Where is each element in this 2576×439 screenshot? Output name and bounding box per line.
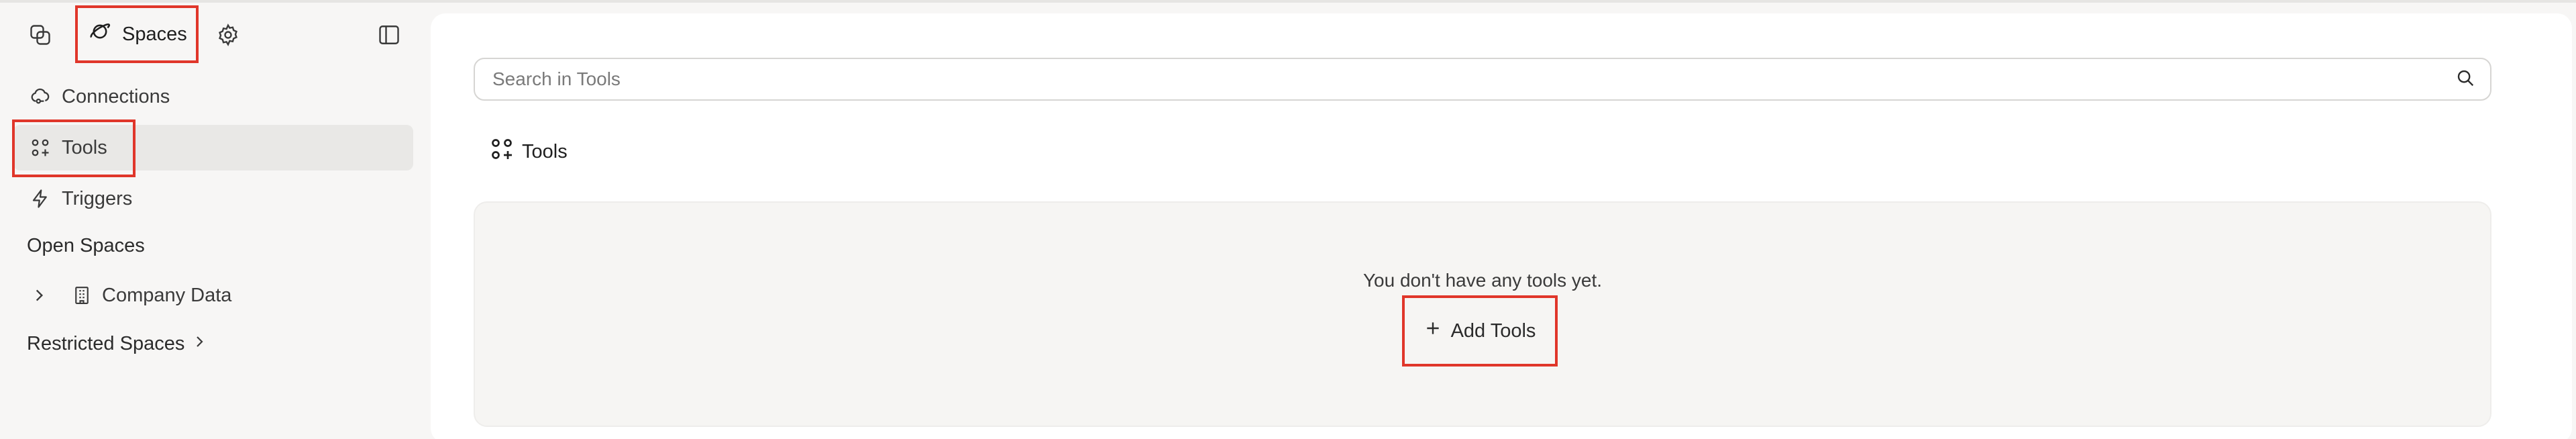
tools-section-heading: Tools (490, 137, 568, 166)
search-bar[interactable] (474, 58, 2491, 101)
cloud-link-icon (28, 85, 52, 109)
planet-icon (89, 20, 111, 48)
search-input[interactable] (492, 68, 2455, 90)
add-tools-button[interactable]: Add Tools (1402, 295, 1558, 367)
sidebar-item-label: Triggers (62, 187, 133, 209)
tools-grid-icon (490, 137, 514, 166)
settings-gear-icon[interactable] (213, 20, 243, 50)
building-icon (70, 283, 94, 307)
chevron-right-icon[interactable] (27, 283, 51, 307)
space-item-label: Company Data (102, 284, 232, 306)
duplicate-icon[interactable] (25, 20, 55, 50)
spaces-button[interactable]: Spaces (75, 5, 199, 63)
main-panel: Tools You don't have any tools yet. Add … (431, 13, 2572, 439)
restricted-spaces-toggle[interactable]: Restricted Spaces (27, 333, 207, 355)
add-tools-label: Add Tools (1450, 320, 1536, 342)
chevron-right-icon (191, 333, 207, 355)
tools-section-title: Tools (522, 140, 568, 162)
tools-highlight-box (12, 119, 136, 177)
sidebar-item-connections[interactable]: Connections (28, 74, 170, 119)
empty-message: You don't have any tools yet. (1362, 270, 1603, 291)
sidebar-item-label: Connections (62, 85, 170, 107)
spaces-label: Spaces (122, 23, 187, 45)
space-item-company-data[interactable]: Company Data (27, 273, 231, 318)
lightning-icon (28, 187, 52, 211)
plus-icon (1424, 320, 1442, 342)
sidebar-toggle-icon[interactable] (374, 20, 404, 50)
search-icon[interactable] (2455, 68, 2475, 91)
restricted-spaces-title: Restricted Spaces (27, 333, 185, 354)
sidebar: Spaces Connections Tools Triggers Open S… (0, 0, 431, 439)
sidebar-item-triggers[interactable]: Triggers (28, 176, 132, 222)
open-spaces-title: Open Spaces (27, 235, 145, 256)
